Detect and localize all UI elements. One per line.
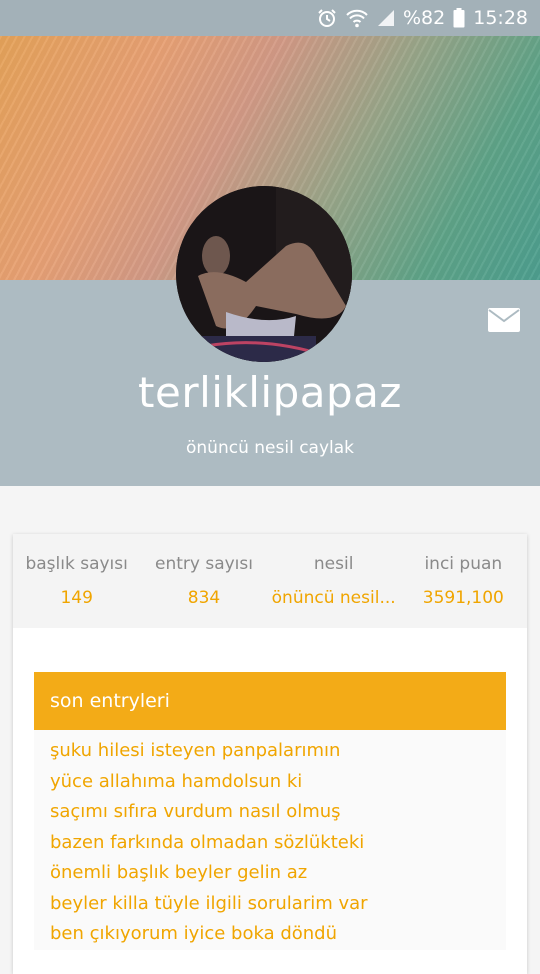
- stat-value: 834: [187, 588, 221, 608]
- entry-link[interactable]: önemli başlık beyler gelin az: [50, 858, 506, 889]
- stat-generation[interactable]: nesil önüncü nesil...: [268, 534, 400, 628]
- username: terliklipapaz: [138, 368, 402, 417]
- stat-value: 3591,100: [422, 588, 504, 608]
- stat-entry-count[interactable]: entry sayısı 834: [140, 534, 267, 628]
- stat-label: başlık sayısı: [25, 554, 128, 574]
- wifi-icon: [345, 8, 369, 28]
- stat-value: 149: [60, 588, 93, 608]
- clock: 15:28: [473, 7, 528, 29]
- profile-card: başlık sayısı 149 entry sayısı 834 nesil…: [13, 534, 527, 974]
- status-bar: %82 15:28: [0, 0, 540, 36]
- entry-link[interactable]: şuku hilesi isteyen panpalarımın: [50, 736, 506, 767]
- signal-icon: [377, 9, 395, 27]
- avatar[interactable]: [176, 186, 352, 362]
- battery-icon: [453, 8, 465, 28]
- stat-points[interactable]: inci puan 3591,100: [400, 534, 527, 628]
- generation-label: önüncü nesil caylak: [186, 438, 354, 458]
- battery-percent: %82: [403, 7, 446, 29]
- stat-value: önüncü nesil...: [271, 588, 396, 608]
- entry-link[interactable]: yüce allahıma hamdolsun ki: [50, 767, 506, 798]
- entry-link[interactable]: ben çıkıyorum iyice boka döndü: [50, 919, 506, 950]
- entry-link[interactable]: beyler killa tüyle ilgili sorularim var: [50, 889, 506, 920]
- stat-label: entry sayısı: [154, 554, 253, 574]
- recent-entries-list: şuku hilesi isteyen panpalarımın yüce al…: [34, 730, 506, 950]
- stat-label: inci puan: [424, 554, 503, 574]
- entry-link[interactable]: bazen farkında olmadan sözlükteki: [50, 828, 506, 859]
- stat-label: nesil: [313, 554, 354, 574]
- mail-icon[interactable]: [488, 308, 520, 332]
- stats-row: başlık sayısı 149 entry sayısı 834 nesil…: [13, 534, 527, 628]
- recent-entries-header: son entryleri: [34, 672, 506, 730]
- entry-link[interactable]: saçımı sıfıra vurdum nasıl olmuş: [50, 797, 506, 828]
- stat-topic-count[interactable]: başlık sayısı 149: [13, 534, 140, 628]
- alarm-icon: [317, 8, 337, 28]
